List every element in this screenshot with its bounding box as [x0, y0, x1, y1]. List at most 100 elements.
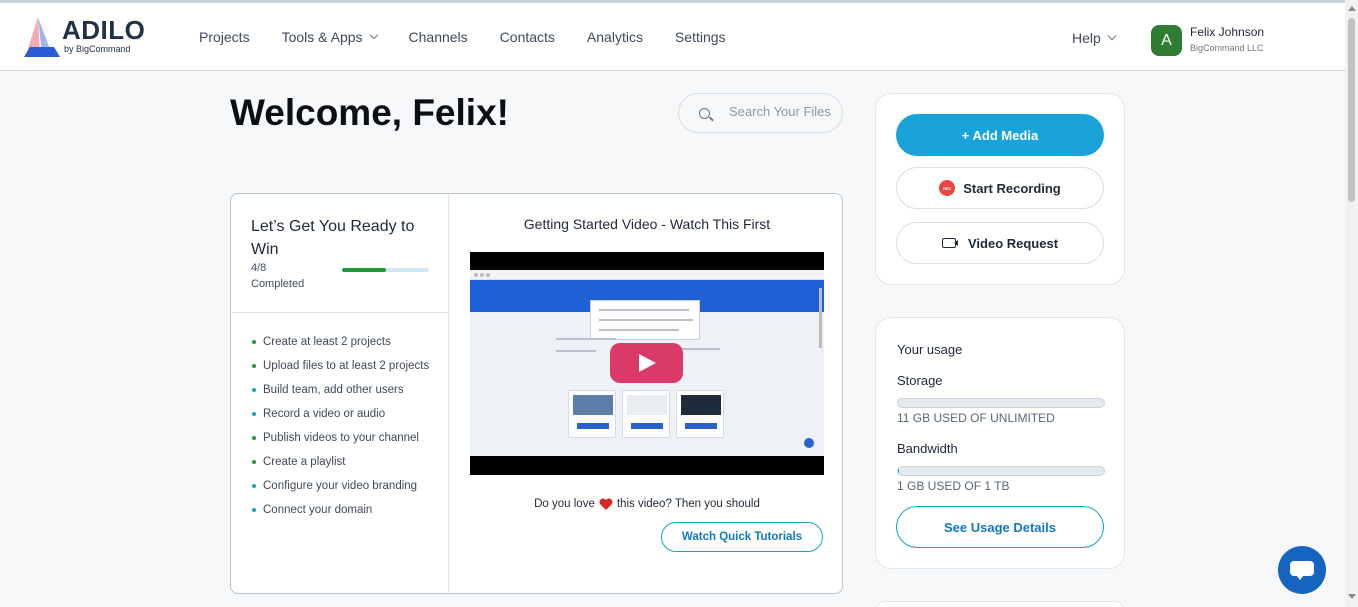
- search-box[interactable]: [678, 93, 843, 133]
- start-recording-label: Start Recording: [963, 180, 1061, 196]
- bandwidth-usage-bar: [897, 466, 1105, 476]
- nav-channels[interactable]: Channels: [409, 27, 468, 47]
- video-title: Getting Started Video - Watch This First: [523, 216, 771, 232]
- page-title: Welcome, Felix!: [230, 92, 509, 133]
- bullet-icon: [252, 364, 256, 368]
- onboarding-task-label: Upload files to at least 2 projects: [263, 360, 430, 372]
- bullet-icon: [252, 340, 256, 344]
- video-thumbnail-popup: [590, 300, 700, 340]
- video-player[interactable]: [470, 252, 824, 475]
- scrollbar-thumb[interactable]: [1348, 18, 1355, 202]
- nav-analytics[interactable]: Analytics: [587, 27, 643, 47]
- next-card: [875, 601, 1125, 607]
- love-suffix-text: this video? Then you should: [616, 498, 760, 510]
- media-actions-card: + Add Media REC Start Recording Video Re…: [875, 93, 1125, 285]
- love-prefix-text: Do you love: [534, 498, 595, 510]
- nav-channels-label: Channels: [408, 29, 468, 45]
- play-button[interactable]: [610, 343, 683, 383]
- onboarding-task-label: Record a video or audio: [263, 408, 386, 420]
- scroll-up-arrow-icon[interactable]: [1348, 6, 1356, 11]
- onboarding-task[interactable]: Record a video or audio: [251, 406, 441, 422]
- nav-analytics-label: Analytics: [586, 29, 643, 45]
- bullet-icon: [252, 388, 256, 392]
- nav-settings[interactable]: Settings: [675, 27, 726, 47]
- nav-tools-apps[interactable]: Tools & Apps: [281, 27, 378, 47]
- onboarding-progress-bar: [342, 268, 429, 272]
- watch-quick-tutorials-button[interactable]: Watch Quick Tutorials: [661, 522, 823, 552]
- bandwidth-label: Bandwidth: [897, 441, 958, 456]
- divider: [231, 312, 449, 313]
- play-icon: [639, 354, 656, 372]
- onboarding-task-label: Create at least 2 projects: [263, 336, 391, 348]
- user-avatar[interactable]: A: [1151, 25, 1182, 56]
- logo-mark-icon: [24, 17, 60, 57]
- video-thumbnail-chat-icon: [804, 438, 814, 448]
- onboarding-task[interactable]: Configure your video branding: [251, 478, 441, 494]
- onboarding-title: Let’s Get You Ready to Win: [251, 218, 415, 258]
- main-nav: Projects Tools & Apps Channels Contacts …: [199, 27, 758, 47]
- onboarding-checklist: Let’s Get You Ready to Win 4/8 Completed…: [231, 194, 449, 593]
- chat-icon: [1290, 561, 1314, 580]
- onboarding-task-list: Create at least 2 projects Upload files t…: [251, 334, 441, 526]
- nav-settings-label: Settings: [674, 29, 726, 45]
- video-thumbnail-scrollbar: [819, 288, 822, 348]
- video-camera-icon: [941, 238, 958, 248]
- onboarding-task-label: Connect your domain: [263, 504, 373, 516]
- user-name[interactable]: Felix Johnson: [1190, 25, 1264, 39]
- storage-label: Storage: [897, 373, 943, 388]
- onboarding-task-label: Build team, add other users: [263, 384, 404, 396]
- scroll-down-arrow-icon[interactable]: [1348, 594, 1356, 599]
- onboarding-task[interactable]: Build team, add other users: [251, 382, 441, 398]
- help-menu[interactable]: Help: [1072, 30, 1117, 46]
- onboarding-completed-label: Completed: [251, 278, 305, 290]
- bullet-icon: [252, 508, 256, 512]
- onboarding-task[interactable]: Connect your domain: [251, 502, 441, 518]
- record-icon: REC: [939, 180, 956, 196]
- onboarding-task-label: Configure your video branding: [263, 480, 418, 492]
- usage-title: Your usage: [897, 342, 963, 357]
- usage-card: Your usage Storage 11 GB USED OF UNLIMIT…: [875, 317, 1125, 569]
- bullet-icon: [252, 436, 256, 440]
- heart-icon: [599, 498, 613, 510]
- top-navigation-bar: ADILO by BigCommand Projects Tools & App…: [0, 0, 1345, 71]
- getting-started-video-section: Getting Started Video - Watch This First: [450, 194, 842, 593]
- bullet-icon: [252, 412, 256, 416]
- bandwidth-usage-fill: [898, 467, 900, 475]
- help-label: Help: [1072, 30, 1101, 46]
- search-input[interactable]: [729, 104, 839, 119]
- search-icon: [699, 108, 710, 119]
- storage-usage-bar: [897, 398, 1105, 408]
- onboarding-task-label: Publish videos to your channel: [263, 432, 419, 444]
- video-request-button[interactable]: Video Request: [896, 222, 1104, 264]
- onboarding-count: 4/8: [251, 262, 267, 274]
- nav-tools-apps-label: Tools & Apps: [281, 29, 363, 45]
- logo-subtitle: by BigCommand: [64, 44, 131, 54]
- video-request-label: Video Request: [967, 235, 1059, 251]
- getting-started-card: Let’s Get You Ready to Win 4/8 Completed…: [230, 193, 843, 594]
- bullet-icon: [252, 460, 256, 464]
- see-usage-details-button[interactable]: See Usage Details: [896, 506, 1104, 548]
- chevron-down-icon: [1107, 31, 1117, 41]
- add-media-button[interactable]: + Add Media: [896, 114, 1104, 156]
- onboarding-task[interactable]: Create a playlist: [251, 454, 441, 470]
- adilo-logo[interactable]: ADILO by BigCommand: [24, 15, 164, 59]
- love-video-prompt: Do you love this video? Then you should: [450, 498, 842, 510]
- onboarding-task[interactable]: Upload files to at least 2 projects: [251, 358, 441, 374]
- user-organization: BigCommand LLC: [1190, 43, 1264, 53]
- nav-contacts-label: Contacts: [499, 29, 555, 45]
- onboarding-task[interactable]: Publish videos to your channel: [251, 430, 441, 446]
- bullet-icon: [252, 484, 256, 488]
- nav-projects[interactable]: Projects: [199, 27, 250, 47]
- onboarding-task-label: Create a playlist: [263, 456, 346, 468]
- onboarding-task[interactable]: Create at least 2 projects: [251, 334, 441, 350]
- start-recording-button[interactable]: REC Start Recording: [896, 167, 1104, 209]
- chat-widget-button[interactable]: [1278, 546, 1326, 594]
- chevron-down-icon: [369, 30, 378, 40]
- nav-contacts[interactable]: Contacts: [500, 27, 555, 47]
- storage-usage-text: 11 GB USED OF UNLIMITED: [897, 411, 1055, 425]
- video-thumbnail-urlbar: [470, 270, 824, 280]
- bandwidth-usage-text: 1 GB USED OF 1 TB: [897, 479, 1010, 493]
- onboarding-progress-fill: [342, 268, 386, 272]
- page-scrollbar[interactable]: [1345, 0, 1358, 607]
- logo-word: ADILO: [62, 15, 146, 45]
